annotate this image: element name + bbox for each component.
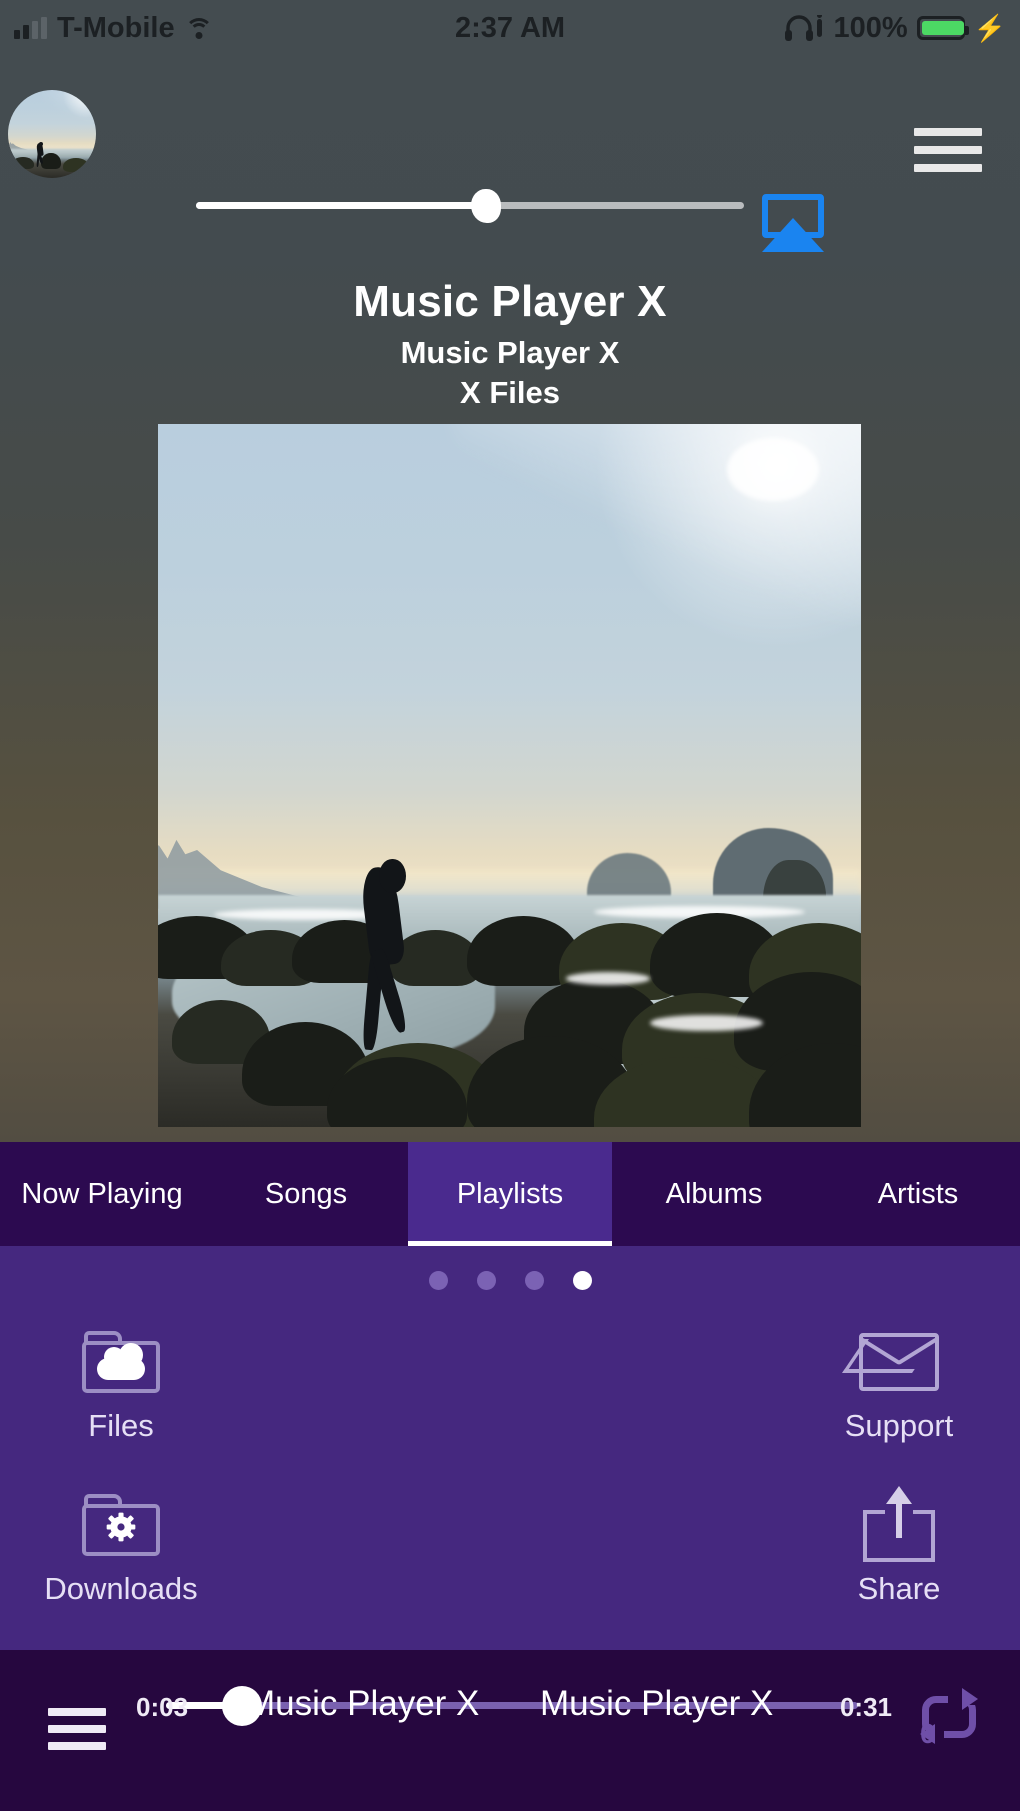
shortcut-support[interactable]: Support bbox=[774, 1322, 1020, 1444]
tab-songs[interactable]: Songs bbox=[204, 1142, 408, 1246]
tab-now-playing[interactable]: Now Playing bbox=[0, 1142, 204, 1246]
shortcut-files[interactable]: Files bbox=[0, 1322, 246, 1444]
status-bar-right: 100% ⚡ bbox=[784, 12, 1006, 45]
airplay-icon[interactable] bbox=[762, 194, 824, 252]
player-track-artist[interactable]: Music Player X bbox=[540, 1684, 773, 1724]
volume-slider[interactable] bbox=[0, 182, 1020, 228]
music-player-screen: T-Mobile 2:37 AM 100% ⚡ Music Player X M… bbox=[0, 0, 1020, 1811]
shortcuts-panel: Files Support Downloads Share bbox=[0, 1246, 1020, 1650]
shortcut-label: Share bbox=[857, 1571, 941, 1606]
track-info: Music Player X Music Player X X Files bbox=[0, 277, 1020, 411]
page-indicator[interactable] bbox=[0, 1271, 1020, 1290]
album-artwork[interactable] bbox=[158, 424, 861, 1127]
page-dot[interactable] bbox=[476, 1271, 496, 1290]
headphones-icon bbox=[785, 15, 823, 41]
track-title: Music Player X bbox=[353, 277, 667, 326]
repeat-count: 0 bbox=[920, 1718, 936, 1749]
shortcut-label: Support bbox=[844, 1408, 954, 1443]
shortcuts-grid: Files Support Downloads Share bbox=[0, 1322, 1020, 1652]
shortcut-share[interactable]: Share bbox=[774, 1485, 1020, 1607]
page-dot-active[interactable] bbox=[572, 1271, 592, 1290]
volume-fill bbox=[196, 202, 487, 209]
page-dot[interactable] bbox=[428, 1271, 448, 1290]
tab-label: Playlists bbox=[456, 1177, 564, 1210]
avatar[interactable] bbox=[8, 90, 96, 178]
track-album: X Files bbox=[460, 375, 560, 411]
avatar-artwork bbox=[8, 90, 96, 178]
volume-thumb[interactable] bbox=[471, 188, 502, 223]
tab-artists[interactable]: Artists bbox=[816, 1142, 1020, 1246]
battery-icon bbox=[916, 16, 969, 40]
shortcut-downloads[interactable]: Downloads bbox=[0, 1485, 246, 1607]
shortcut-label: Files bbox=[88, 1408, 154, 1443]
shortcut-label: Downloads bbox=[44, 1571, 198, 1606]
tab-bar: Now Playing Songs Playlists Albums Artis… bbox=[0, 1142, 1020, 1250]
tab-label: Albums bbox=[665, 1177, 763, 1210]
tab-label: Now Playing bbox=[21, 1177, 183, 1210]
track-artist: Music Player X bbox=[400, 335, 620, 371]
page-dot[interactable] bbox=[524, 1271, 544, 1290]
repeat-icon[interactable]: 0 bbox=[918, 1688, 986, 1752]
tab-playlists[interactable]: Playlists bbox=[408, 1142, 612, 1250]
lightning-bolt-icon: ⚡ bbox=[973, 12, 1006, 43]
tab-label: Artists bbox=[877, 1177, 959, 1210]
volume-track[interactable] bbox=[196, 188, 744, 223]
hamburger-menu-icon[interactable] bbox=[914, 128, 982, 172]
folder-gear-icon bbox=[0, 1485, 246, 1565]
player-info-row: 0:03 Music Player X Music Player X 0:31 bbox=[0, 1684, 1020, 1738]
envelope-icon bbox=[774, 1322, 1020, 1402]
folder-cloud-icon bbox=[0, 1322, 246, 1402]
player-track-title[interactable]: Music Player X bbox=[246, 1684, 479, 1724]
battery-percent-label: 100% bbox=[833, 11, 908, 44]
tab-label: Songs bbox=[264, 1177, 348, 1210]
duration-time: 0:31 bbox=[839, 1692, 892, 1722]
tab-albums[interactable]: Albums bbox=[612, 1142, 816, 1246]
elapsed-time: 0:03 bbox=[136, 1692, 189, 1722]
album-artwork-image bbox=[158, 424, 861, 1127]
share-icon bbox=[774, 1485, 1020, 1565]
status-bar: T-Mobile 2:37 AM 100% ⚡ bbox=[0, 0, 1020, 56]
